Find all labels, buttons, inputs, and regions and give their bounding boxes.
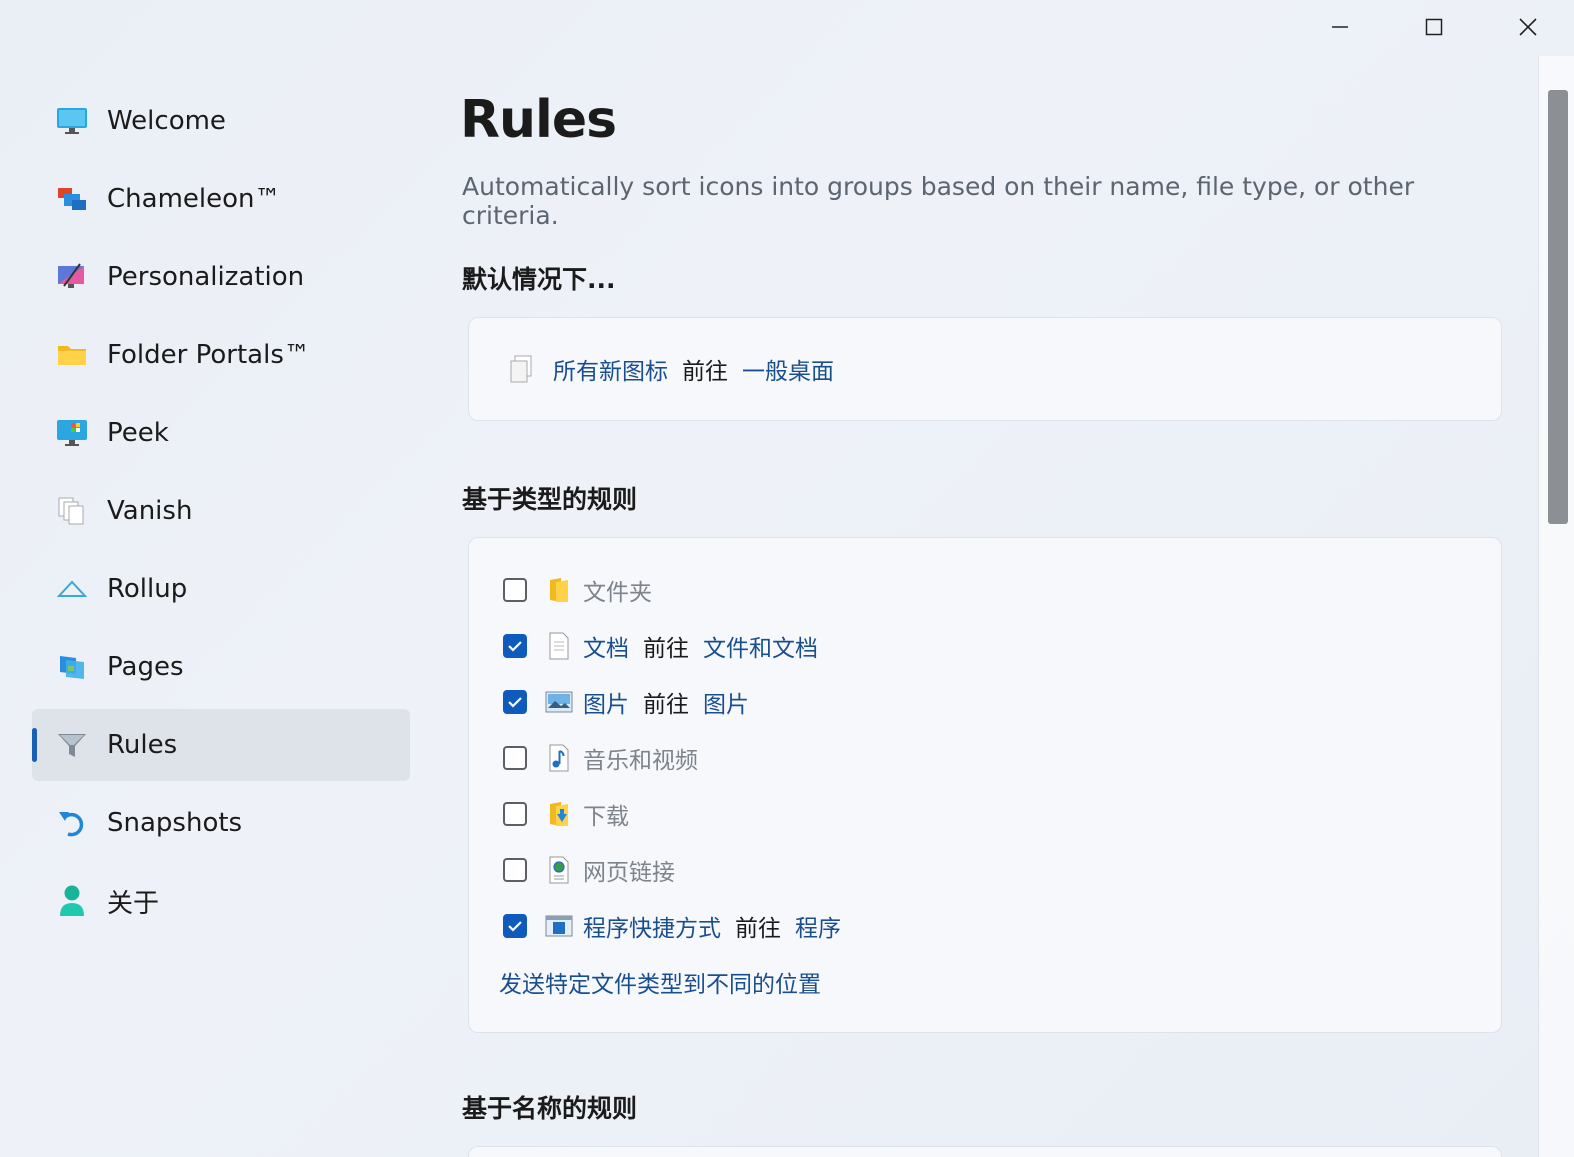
rule-checkbox[interactable] (503, 690, 527, 714)
type-rules-card: 文件夹 文档 前往 文件和文档 图片 前往 图片 音乐和视频 下载 网页链接 程… (468, 537, 1502, 1033)
rule-checkbox[interactable] (503, 858, 527, 882)
type-rule-documents: 文档 前往 文件和文档 (503, 626, 818, 666)
rule-label-link[interactable]: 程序快捷方式 (583, 909, 721, 943)
rule-label-link[interactable]: 图片 (583, 685, 629, 719)
rule-label: 音乐和视频 (583, 748, 698, 774)
rule-label: 网页链接 (583, 860, 675, 886)
pages-icon (56, 651, 88, 683)
sidebar-item-label: Personalization (107, 262, 305, 292)
sidebar-item-label: Vanish (107, 496, 193, 526)
rule-checkbox[interactable] (503, 634, 527, 658)
personalization-icon (56, 261, 88, 293)
default-section-heading: 默认情况下... (462, 265, 616, 294)
check-icon (508, 641, 522, 652)
rule-label-link[interactable]: 文档 (583, 629, 629, 663)
type-section-heading: 基于类型的规则 (462, 485, 638, 514)
picture-icon (545, 687, 573, 717)
rule-label: 文件夹 (583, 580, 652, 606)
page-title: Rules (460, 90, 617, 150)
sidebar-item-snapshots[interactable]: Snapshots (32, 787, 410, 859)
default-verb: 前往 (682, 359, 728, 385)
sidebar-item-label: Chameleon™ (107, 184, 281, 214)
default-target-link[interactable]: 一般桌面 (742, 352, 834, 386)
rule-verb: 前往 (643, 692, 689, 718)
sidebar-item-label: Folder Portals™ (107, 340, 310, 370)
type-rule-downloads: 下载 (503, 794, 629, 834)
type-rule-web-links: 网页链接 (503, 850, 675, 890)
default-subject-link[interactable]: 所有新图标 (553, 352, 668, 386)
sidebar: Welcome Chameleon™ Personalization Folde… (32, 85, 410, 943)
rule-verb: 前往 (643, 636, 689, 662)
sidebar-item-label: Peek (107, 418, 169, 448)
rule-label: 下载 (583, 804, 629, 830)
web-link-icon (545, 855, 573, 885)
sidebar-item-label: Rollup (107, 574, 188, 604)
rule-target-link[interactable]: 程序 (795, 909, 841, 943)
sidebar-item-peek[interactable]: Peek (32, 397, 410, 469)
sidebar-item-personalization[interactable]: Personalization (32, 241, 410, 313)
sidebar-item-rules[interactable]: Rules (32, 709, 410, 781)
monitor-icon (56, 105, 88, 137)
send-file-types-link[interactable]: 发送特定文件类型到不同的位置 (499, 965, 821, 999)
funnel-icon (56, 729, 88, 761)
sidebar-item-label: Welcome (107, 106, 226, 136)
type-rule-folders: 文件夹 (503, 570, 652, 610)
name-section-heading: 基于名称的规则 (462, 1094, 638, 1123)
default-rule-card: 所有新图标 前往 一般桌面 (468, 317, 1502, 421)
files-stack-icon (507, 354, 535, 384)
send-file-types-link-row: 发送特定文件类型到不同的位置 (499, 962, 821, 1002)
name-rules-card (468, 1146, 1502, 1157)
sidebar-item-label: Rules (107, 730, 178, 760)
type-rule-music-video: 音乐和视频 (503, 738, 698, 778)
chameleon-icon (56, 183, 88, 215)
program-shortcut-icon (545, 911, 573, 941)
rule-checkbox[interactable] (503, 914, 527, 938)
rule-verb: 前往 (735, 916, 781, 942)
sidebar-item-label: Pages (107, 652, 184, 682)
main-content: Rules Automatically sort icons into grou… (460, 0, 1502, 1157)
rule-target-link[interactable]: 文件和文档 (703, 629, 818, 663)
rollup-icon (56, 573, 88, 605)
type-rule-program-shortcuts: 程序快捷方式 前往 程序 (503, 906, 841, 946)
undo-arrow-icon (56, 807, 88, 839)
download-folder-icon (545, 799, 573, 829)
sidebar-item-pages[interactable]: Pages (32, 631, 410, 703)
sidebar-item-label: Snapshots (107, 808, 243, 838)
folder-icon (545, 575, 573, 605)
close-icon (1519, 18, 1537, 36)
default-rule-row: 所有新图标 前往 一般桌面 (507, 349, 834, 389)
type-rule-pictures: 图片 前往 图片 (503, 682, 749, 722)
user-icon (56, 885, 88, 917)
rule-checkbox[interactable] (503, 746, 527, 770)
peek-icon (56, 417, 88, 449)
sidebar-item-welcome[interactable]: Welcome (32, 85, 410, 157)
sidebar-item-folder-portals[interactable]: Folder Portals™ (32, 319, 410, 391)
folder-icon (56, 339, 88, 371)
sidebar-item-vanish[interactable]: Vanish (32, 475, 410, 547)
sidebar-item-about[interactable]: 关于 (32, 865, 410, 937)
rule-checkbox[interactable] (503, 802, 527, 826)
music-icon (545, 743, 573, 773)
sidebar-item-label: 关于 (107, 888, 160, 919)
rule-target-link[interactable]: 图片 (703, 685, 749, 719)
document-icon (545, 631, 573, 661)
check-icon (508, 921, 522, 932)
page-description: Automatically sort icons into groups bas… (462, 172, 1415, 230)
sidebar-item-rollup[interactable]: Rollup (32, 553, 410, 625)
sidebar-item-chameleon[interactable]: Chameleon™ (32, 163, 410, 235)
check-icon (508, 697, 522, 708)
scrollbar-thumb[interactable] (1548, 90, 1568, 524)
active-indicator (32, 728, 37, 762)
vanish-icon (56, 495, 88, 527)
rule-checkbox[interactable] (503, 578, 527, 602)
